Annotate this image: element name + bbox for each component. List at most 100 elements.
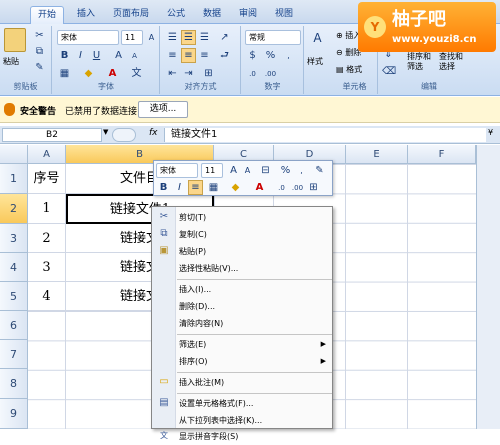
name-box[interactable]: B2 — [2, 128, 102, 142]
mini-font-color-icon[interactable]: A — [252, 180, 267, 195]
styles-button-label[interactable]: 样式 — [307, 56, 323, 67]
border-icon[interactable]: ▦ — [57, 66, 72, 81]
font-size-select[interactable]: 11 — [121, 30, 143, 45]
format-painter-icon[interactable]: ✎ — [32, 60, 47, 75]
row-header-1[interactable]: 1 — [0, 164, 28, 194]
row-header-8[interactable]: 8 — [0, 369, 28, 399]
menu-item-show-pinyin[interactable]: 显示拼音字段(S) — [177, 428, 332, 445]
underline-icon[interactable]: U — [89, 48, 104, 63]
align-bottom-icon[interactable]: ☰ — [197, 30, 212, 45]
mini-italic-icon[interactable]: I — [172, 180, 187, 195]
mini-border-icon[interactable]: ▦ — [206, 180, 221, 195]
align-middle-icon[interactable]: ☰ — [181, 30, 196, 45]
mini-format-icon[interactable]: ⊟ — [258, 163, 273, 178]
decrease-decimal-icon[interactable]: .00 — [263, 66, 278, 81]
row-header-5[interactable]: 5 — [0, 282, 28, 311]
menu-item-sort[interactable]: 排序(O) ▶ — [177, 353, 332, 370]
clear-icon[interactable]: ⌫ — [381, 64, 396, 79]
cell-a2[interactable]: 1 — [28, 194, 66, 224]
tab-page-layout[interactable]: 页面布局 — [106, 6, 156, 24]
sort-filter-button[interactable]: 排序和 筛选 — [407, 52, 431, 72]
tab-home[interactable]: 开始 — [30, 6, 65, 24]
formula-input[interactable]: 链接文件1 — [164, 128, 486, 142]
orientation-icon[interactable]: ↗ — [217, 30, 232, 45]
mini-percent-icon[interactable]: % — [278, 163, 293, 178]
menu-item-clear-contents[interactable]: 清除内容(N) — [177, 315, 332, 332]
mini-comma-icon[interactable]: , — [294, 163, 309, 178]
font-color-icon[interactable]: A — [105, 66, 120, 81]
row-header-3[interactable]: 3 — [0, 224, 28, 253]
tab-insert[interactable]: 插入 — [70, 6, 102, 24]
mini-merge-icon[interactable]: ⊞ — [306, 180, 321, 195]
select-all-corner[interactable] — [0, 145, 28, 164]
number-format-select[interactable]: 常规 — [245, 30, 301, 45]
align-center-icon[interactable]: ≡ — [181, 48, 196, 63]
menu-item-delete[interactable]: 删除(D)... — [177, 298, 332, 315]
menu-item-insert[interactable]: 插入(I)... — [177, 281, 332, 298]
row-header-6[interactable]: 6 — [0, 311, 28, 340]
mini-font-select[interactable]: 宋体 — [156, 163, 198, 178]
row-header-2[interactable]: 2 — [0, 194, 28, 224]
menu-item-paste[interactable]: 粘贴(P) — [177, 243, 332, 260]
row-header-9[interactable]: 9 — [0, 399, 28, 429]
bold-icon[interactable]: B — [57, 48, 72, 63]
wrap-text-icon[interactable]: ⮐ — [217, 48, 232, 63]
mini-size-select[interactable]: 11 — [201, 163, 223, 178]
menu-item-format-cells[interactable]: 设置单元格格式(F)... — [177, 395, 332, 412]
align-left-icon[interactable]: ≡ — [165, 48, 180, 63]
menu-item-copy[interactable]: 复制(C) — [177, 226, 332, 243]
tab-view[interactable]: 视图 — [268, 6, 300, 24]
cut-icon[interactable]: ✂ — [32, 28, 47, 43]
cell-a3[interactable]: 2 — [28, 224, 66, 253]
menu-item-paste-special[interactable]: 选择性粘贴(V)... — [177, 260, 332, 277]
mini-shrink-font-icon[interactable]: A — [240, 163, 255, 178]
security-options-button[interactable]: 选项... — [138, 101, 188, 118]
merge-center-icon[interactable]: ⊞ — [201, 66, 216, 81]
cell-a4[interactable]: 3 — [28, 253, 66, 282]
percent-icon[interactable]: % — [263, 48, 278, 63]
tab-review[interactable]: 审阅 — [232, 6, 264, 24]
mini-center-icon[interactable]: ≡ — [188, 180, 203, 195]
column-header-f[interactable]: F — [408, 145, 476, 164]
cell-a1[interactable]: 序号 — [28, 164, 66, 194]
column-header-e[interactable]: E — [346, 145, 408, 164]
menu-item-filter[interactable]: 筛选(E) ▶ — [177, 336, 332, 353]
expand-formula-icon[interactable]: ¥ — [488, 128, 493, 137]
paste-icon[interactable] — [4, 28, 26, 52]
mini-fill-color-icon[interactable]: ◆ — [228, 180, 243, 195]
vertical-scrollbar[interactable] — [476, 145, 500, 429]
row-header-4[interactable]: 4 — [0, 253, 28, 282]
grow-size-icon[interactable]: A — [111, 48, 126, 63]
find-select-button[interactable]: 查找和 选择 — [439, 52, 463, 72]
mini-decrease-decimal-icon[interactable]: .00 — [290, 180, 305, 195]
currency-icon[interactable]: $ — [245, 48, 260, 63]
comma-icon[interactable]: , — [281, 48, 296, 63]
decrease-indent-icon[interactable]: ⇤ — [165, 66, 180, 81]
phonetic-icon[interactable]: 文 — [129, 66, 144, 81]
font-name-select[interactable]: 宋体 — [57, 30, 119, 45]
copy-icon[interactable]: ⧉ — [32, 44, 47, 59]
align-top-icon[interactable]: ☰ — [165, 30, 180, 45]
mini-bold-icon[interactable]: B — [156, 180, 171, 195]
mini-grow-font-icon[interactable]: A — [226, 163, 241, 178]
column-header-a[interactable]: A — [28, 145, 66, 164]
align-right-icon[interactable]: ≡ — [197, 48, 212, 63]
name-box-dropdown-icon[interactable]: ▼ — [103, 128, 111, 136]
increase-decimal-icon[interactable]: .0 — [245, 66, 260, 81]
menu-item-pick-from-list[interactable]: 从下拉列表中选择(K)... — [177, 412, 332, 429]
row-header-7[interactable]: 7 — [0, 340, 28, 369]
mini-format-painter-icon[interactable]: ✎ — [312, 163, 327, 178]
tab-formulas[interactable]: 公式 — [160, 6, 192, 24]
shrink-size-icon[interactable]: A — [127, 48, 142, 63]
insert-function-icon[interactable]: fx — [149, 128, 158, 138]
paste-button-label[interactable]: 粘贴 — [3, 56, 19, 67]
tab-data[interactable]: 数据 — [196, 6, 228, 24]
format-cells-button[interactable]: ▤ 格式 — [336, 64, 362, 75]
menu-item-cut[interactable]: 剪切(T) — [177, 209, 332, 226]
styles-icon[interactable]: A — [310, 30, 325, 45]
increase-indent-icon[interactable]: ⇥ — [181, 66, 196, 81]
grow-font-icon[interactable]: A — [144, 30, 159, 45]
fill-color-icon[interactable]: ◆ — [81, 66, 96, 81]
mini-increase-decimal-icon[interactable]: .0 — [274, 180, 289, 195]
italic-icon[interactable]: I — [73, 48, 88, 63]
